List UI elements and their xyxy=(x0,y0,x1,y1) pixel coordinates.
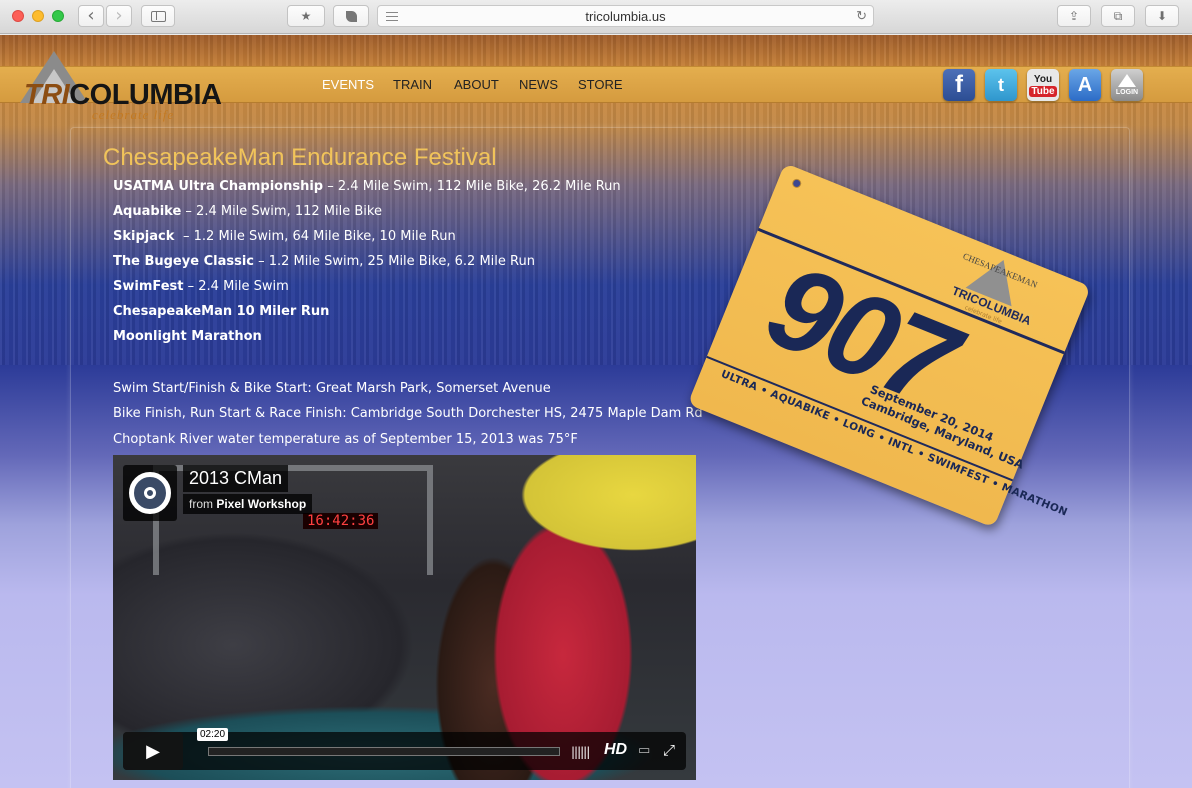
event-name: The Bugeye Classic xyxy=(113,254,254,269)
event-name: Skipjack xyxy=(113,229,179,244)
airplay-icon[interactable]: ▭ xyxy=(638,743,650,758)
zoom-window-button[interactable] xyxy=(52,10,64,22)
event-detail: – 1.2 Mile Swim, 64 Mile Bike, 10 Mile R… xyxy=(178,229,456,244)
facebook-icon[interactable]: f xyxy=(943,69,975,101)
minimize-window-button[interactable] xyxy=(32,10,44,22)
app-store-icon[interactable]: A xyxy=(1069,69,1101,101)
event-detail: – 1.2 Mile Swim, 25 Mile Bike, 6.2 Mile … xyxy=(253,254,535,269)
event-name: USATMA Ultra Championship xyxy=(113,179,324,194)
event-item: Aquabike – 2.4 Mile Swim, 112 Mile Bike xyxy=(113,204,382,219)
youtube-you: You xyxy=(1033,73,1053,85)
share-icon: ⇪ xyxy=(1068,9,1080,23)
sidebar-button[interactable] xyxy=(141,5,175,27)
leaf-icon xyxy=(345,10,357,22)
youtube-icon[interactable]: You Tube xyxy=(1027,69,1059,101)
chevron-left-icon: ‹ xyxy=(87,5,95,26)
star-icon: ★ xyxy=(300,9,312,23)
event-name: ChesapeakeMan 10 Miler Run xyxy=(113,304,330,319)
web-page: TRICOLUMBIA celebrate life EVENTS TRAIN … xyxy=(0,35,1192,788)
event-item: The Bugeye Classic – 1.2 Mile Swim, 25 M… xyxy=(113,254,535,269)
progress-bar[interactable] xyxy=(208,747,560,756)
page-title: ChesapeakeMan Endurance Festival xyxy=(103,144,497,171)
nav-news[interactable]: NEWS xyxy=(519,77,558,92)
channel-avatar[interactable] xyxy=(123,465,177,521)
video-title[interactable]: 2013 CMan xyxy=(183,465,289,492)
sidebar-icon xyxy=(150,10,166,22)
close-window-button[interactable] xyxy=(12,10,24,22)
downloads-button[interactable]: ⬇ xyxy=(1145,5,1179,27)
facebook-glyph: f xyxy=(955,71,963,98)
share-button[interactable]: ⇪ xyxy=(1057,5,1091,27)
event-name: SwimFest xyxy=(113,279,184,294)
chevron-right-icon: › xyxy=(115,5,123,26)
event-item: Skipjack – 1.2 Mile Swim, 64 Mile Bike, … xyxy=(113,229,456,244)
app-store-glyph: A xyxy=(1077,73,1093,96)
reader-button[interactable] xyxy=(333,5,369,27)
reload-icon[interactable]: ↻ xyxy=(856,8,867,24)
volume-icon[interactable]: |||||| xyxy=(571,745,590,759)
tabs-icon: ⧉ xyxy=(1113,8,1123,23)
video-player[interactable]: 16:42:36 2013 CMan from Pixel Workshop ▶… xyxy=(113,455,696,780)
download-icon: ⬇ xyxy=(1156,9,1168,23)
event-item: Moonlight Marathon xyxy=(113,329,262,344)
water-temperature: Choptank River water temperature as of S… xyxy=(113,432,578,447)
logo-tri: TRI xyxy=(24,79,70,111)
pixel-workshop-logo-icon xyxy=(129,472,171,514)
address-bar[interactable]: tricolumbia.us ↻ xyxy=(377,5,874,27)
twitter-glyph: t xyxy=(998,74,1004,95)
back-button[interactable]: ‹ xyxy=(78,5,104,27)
race-clock: 16:42:36 xyxy=(303,513,379,529)
event-detail: – 2.4 Mile Swim, 112 Mile Bike, 26.2 Mil… xyxy=(323,179,621,194)
nav-about[interactable]: ABOUT xyxy=(454,77,499,92)
event-name: Moonlight Marathon xyxy=(113,329,262,344)
logo-tagline: celebrate life xyxy=(92,107,175,122)
url-text: tricolumbia.us xyxy=(585,8,666,24)
login-button[interactable]: LOGIN xyxy=(1111,69,1143,101)
bib-hole xyxy=(790,177,803,190)
twitter-icon[interactable]: t xyxy=(985,69,1017,101)
video-byline: from Pixel Workshop xyxy=(183,494,313,514)
site-logo[interactable]: TRICOLUMBIA celebrate life xyxy=(14,51,246,122)
time-tooltip: 02:20 xyxy=(197,728,229,741)
venue-info: Bike Finish, Run Start & Race Finish: Ca… xyxy=(113,406,703,421)
reader-list-icon xyxy=(386,12,398,21)
nav-store[interactable]: STORE xyxy=(578,77,623,92)
tabs-button[interactable]: ⧉ xyxy=(1101,5,1135,27)
event-item: USATMA Ultra Championship – 2.4 Mile Swi… xyxy=(113,179,621,194)
youtube-tube: Tube xyxy=(1029,85,1057,97)
fullscreen-icon[interactable]: ⤢ xyxy=(663,741,675,759)
venue-info: Swim Start/Finish & Bike Start: Great Ma… xyxy=(113,381,551,396)
play-icon: ▶ xyxy=(146,740,160,762)
video-author-link[interactable]: Pixel Workshop xyxy=(216,497,306,511)
login-label: LOGIN xyxy=(1115,89,1139,96)
play-button[interactable]: ▶ xyxy=(123,732,183,770)
bookmarks-button[interactable]: ★ xyxy=(287,5,325,27)
nav-events[interactable]: EVENTS xyxy=(322,77,374,92)
forward-button[interactable]: › xyxy=(106,5,132,27)
event-item: SwimFest – 2.4 Mile Swim xyxy=(113,279,289,294)
event-item: ChesapeakeMan 10 Miler Run xyxy=(113,304,329,319)
event-detail: – 2.4 Mile Swim xyxy=(183,279,289,294)
hd-toggle[interactable]: HD xyxy=(604,741,627,759)
video-controls: ▶ 02:20 |||||| HD ▭ ⤢ xyxy=(123,728,686,770)
event-name: Aquabike xyxy=(113,204,182,219)
event-detail: – 2.4 Mile Swim, 112 Mile Bike xyxy=(181,204,382,219)
byline-prefix: from xyxy=(189,497,217,511)
mountain-icon xyxy=(1118,74,1136,87)
browser-toolbar: ‹ › ★ tricolumbia.us ↻ ⇪ ⧉ ⬇ xyxy=(0,0,1192,34)
nav-train[interactable]: TRAIN xyxy=(393,77,432,92)
